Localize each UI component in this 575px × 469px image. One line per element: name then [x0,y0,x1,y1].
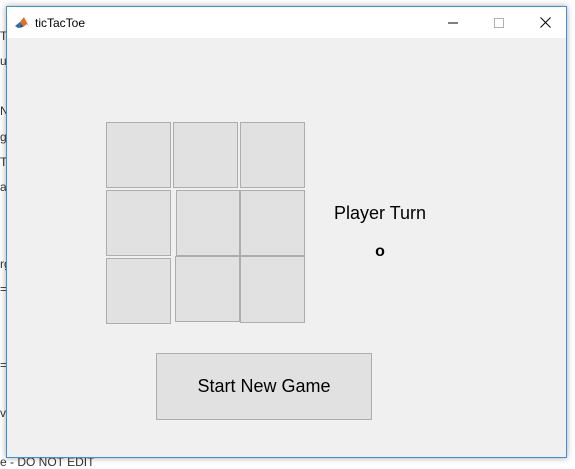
maximize-button[interactable] [476,7,522,38]
board-cell-7[interactable] [106,258,171,324]
board-cell-5[interactable] [176,190,240,256]
matlab-icon [14,15,30,31]
close-button[interactable] [522,7,568,38]
board-cell-2[interactable] [173,122,238,188]
start-new-game-button[interactable]: Start New Game [156,353,372,420]
close-icon [539,17,551,28]
window-title: ticTacToe [35,16,86,30]
player-turn-label: Player Turn [333,203,427,223]
board-cell-4[interactable] [106,190,171,256]
current-player-indicator: o [375,243,385,260]
title-bar[interactable]: ticTacToe [7,7,566,38]
board-cell-6[interactable] [240,190,305,256]
board-cell-3[interactable] [240,122,305,188]
board-cell-9[interactable] [240,256,305,323]
board-cell-1[interactable] [106,122,171,188]
minimize-button[interactable] [430,7,476,38]
board-cell-8[interactable] [175,256,240,322]
tictactoe-window: ticTacToe Player Turn o Start New Game [6,6,567,458]
maximize-icon [494,17,504,28]
minimize-icon [448,18,458,28]
